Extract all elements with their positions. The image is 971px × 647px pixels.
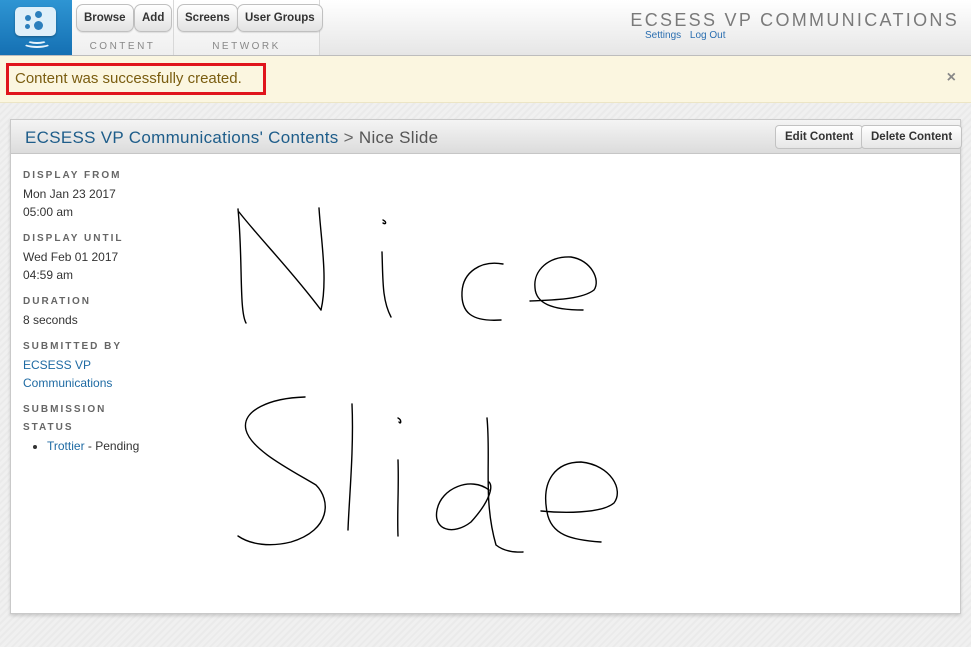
add-button[interactable]: Add: [134, 4, 173, 32]
content-details: DISPLAY FROM Mon Jan 23 2017 05:00 am DI…: [23, 167, 183, 455]
user-groups-button[interactable]: User Groups: [237, 4, 323, 32]
screen-link-trottier[interactable]: Trottier: [47, 439, 85, 453]
display-until-date: Wed Feb 01 2017: [23, 250, 119, 264]
network-section-label: NETWORK: [212, 41, 281, 52]
display-from-label: DISPLAY FROM: [23, 170, 122, 181]
app-logo[interactable]: [0, 0, 72, 55]
display-from-time: 05:00 am: [23, 205, 74, 219]
display-until-time: 04:59 am: [23, 268, 74, 282]
screens-button[interactable]: Screens: [177, 4, 238, 32]
display-until-label: DISPLAY UNTIL: [23, 233, 124, 244]
submitted-by-label: SUBMITTED BY: [23, 341, 122, 352]
close-icon[interactable]: ×: [947, 69, 956, 87]
slide-image: [237, 207, 619, 553]
flash-message: Content was successfully created.: [6, 63, 266, 95]
panel-header: ECSESS VP Communications' Contents > Nic…: [11, 120, 963, 154]
submission-item: Trottier - Pending: [47, 437, 183, 455]
top-bar: Browse Add CONTENT Screens User Groups N…: [0, 0, 971, 56]
submitter-link[interactable]: ECSESS VP: [23, 358, 91, 372]
delete-content-button[interactable]: Delete Content: [861, 125, 963, 149]
submission-list: Trottier - Pending: [23, 437, 183, 455]
breadcrumb-contents-link[interactable]: ECSESS VP Communications' Contents: [25, 128, 339, 147]
display-from-date: Mon Jan 23 2017: [23, 187, 116, 201]
edit-content-button[interactable]: Edit Content: [775, 125, 864, 149]
duration-value: 8 seconds: [23, 313, 78, 327]
breadcrumb-current: Nice Slide: [358, 128, 439, 147]
log-out-link[interactable]: Log Out: [690, 30, 726, 41]
submitter-link-line2[interactable]: Communications: [23, 376, 112, 390]
site-title: ECSESS VP COMMUNICATIONS: [630, 10, 959, 30]
breadcrumb: ECSESS VP Communications' Contents > Nic…: [25, 128, 438, 148]
breadcrumb-separator: >: [343, 128, 354, 147]
submission-state: - Pending: [84, 439, 140, 453]
logo-icon: [15, 7, 56, 36]
content-panel: ECSESS VP Communications' Contents > Nic…: [10, 119, 963, 614]
browse-button[interactable]: Browse: [76, 4, 134, 32]
user-links: Settings Log Out: [645, 30, 732, 41]
submission-status-label: SUBMISSION: [23, 404, 107, 415]
content-nav-group: Browse Add CONTENT: [72, 0, 174, 55]
submission-status-label-2: STATUS: [23, 422, 74, 433]
duration-label: DURATION: [23, 296, 92, 307]
network-nav-group: Screens User Groups NETWORK: [174, 0, 323, 55]
content-section-label: CONTENT: [89, 41, 156, 52]
flash-notice: Content was successfully created. ×: [0, 56, 971, 103]
settings-link[interactable]: Settings: [645, 30, 681, 41]
